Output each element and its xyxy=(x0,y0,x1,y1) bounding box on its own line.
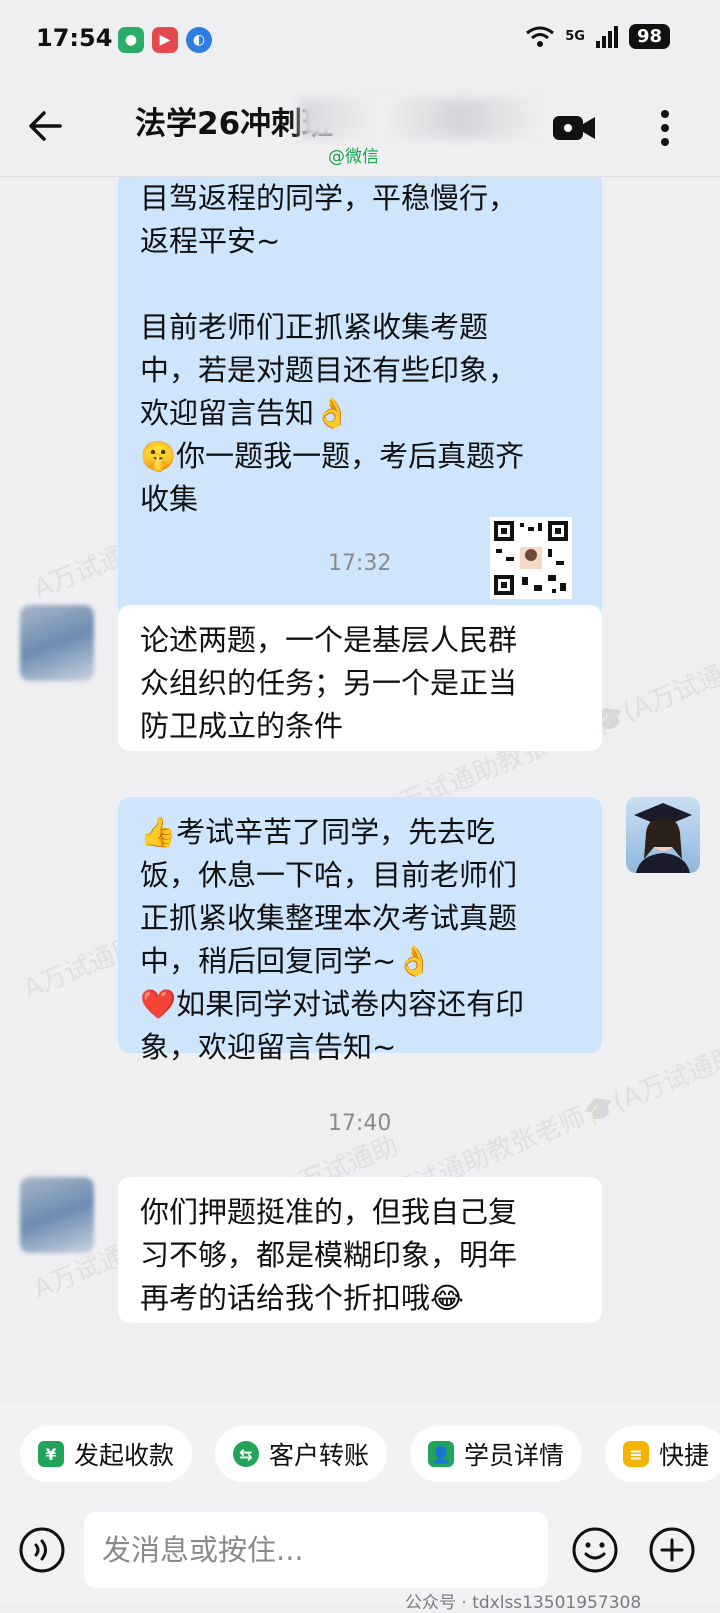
transfer-icon: ⇆ xyxy=(233,1441,259,1467)
message-line: 习不够，都是模糊印象，明年 xyxy=(140,1238,518,1272)
chat-area[interactable]: A万试通助教张老师🎓(A万试通助 A万试通助教张老师🎓(A万试通助 A万试通助教… xyxy=(0,177,720,1402)
message-line: 返程平安~ xyxy=(140,224,281,258)
student-avatar[interactable] xyxy=(20,1177,94,1253)
voice-icon[interactable] xyxy=(18,1526,66,1574)
video-call-icon[interactable] xyxy=(552,112,596,144)
message-line xyxy=(140,263,580,306)
chip-label: 发起收款 xyxy=(74,1441,175,1470)
footer-watermark: 公众号 · tdxlss13501957308 xyxy=(405,1593,642,1613)
status-bar: 17:54 ● ▶ ◐ 5G 98 xyxy=(0,0,720,80)
chat-header: 法学26冲刺班 @微信 xyxy=(0,80,720,177)
chat-subtitle: @微信 xyxy=(328,142,379,167)
signal-icon xyxy=(595,25,618,48)
chip-label: 快捷 xyxy=(659,1441,710,1470)
message-line: 饭，休息一下哈，目前老师们 xyxy=(140,858,518,892)
message-line: ❤️如果同学对试卷内容还有印 xyxy=(140,987,525,1021)
message-line: 欢迎留言告知👌 xyxy=(140,396,351,430)
user-icon: 👤 xyxy=(428,1441,454,1467)
timestamp: 17:32 xyxy=(328,551,392,576)
video-app-notification-icon: ▶ xyxy=(152,27,178,53)
message-line: 众组织的任务；另一个是正当 xyxy=(140,666,518,700)
student-avatar[interactable] xyxy=(20,605,94,681)
message-line: 你们押题挺准的，但我自己复 xyxy=(140,1195,518,1229)
qr-code-image[interactable] xyxy=(490,517,572,599)
message-line: 目驾返程的同学，平稳慢行， xyxy=(140,181,518,215)
emoji-icon[interactable] xyxy=(571,1526,619,1574)
quick-reply-button[interactable]: ≡ 快捷 xyxy=(605,1426,720,1482)
notification-icons: ● ▶ ◐ xyxy=(118,27,212,53)
message-line: 防卫成立的条件 xyxy=(140,709,344,743)
wechat-notification-icon: ● xyxy=(118,27,144,53)
student-details-button[interactable]: 👤 学员详情 xyxy=(410,1426,583,1482)
wechat-label: @微信 xyxy=(328,147,379,167)
title-redaction xyxy=(300,98,540,138)
message-line: 象，欢迎留言告知~ xyxy=(140,1030,397,1064)
message-line: 👍考试辛苦了同学，先去吃 xyxy=(140,815,496,849)
message-line: 再考的话给我个折扣哦😂 xyxy=(140,1281,464,1315)
collect-payment-button[interactable]: ¥ 发起收款 xyxy=(20,1426,193,1482)
graduate-avatar-icon xyxy=(634,803,692,873)
battery-level: 98 xyxy=(628,24,670,49)
status-indicators: 5G 98 xyxy=(525,24,670,49)
more-icon[interactable] xyxy=(655,106,675,150)
message-line: 中，稍后回复同学~👌 xyxy=(140,944,433,978)
quick-actions-bar: ¥ 发起收款 ⇆ 客户转账 👤 学员详情 ≡ 快捷 xyxy=(0,1402,720,1502)
message-line: 正抓紧收集整理本次考试真题 xyxy=(140,901,518,935)
message-bubble-incoming[interactable]: 你们押题挺准的，但我自己复 习不够，都是模糊印象，明年 再考的话给我个折扣哦😂 xyxy=(118,1177,602,1323)
message-line: 目前老师们正抓紧收集考题 xyxy=(140,310,489,344)
payment-icon: ¥ xyxy=(38,1441,64,1467)
message-line: 收集 xyxy=(140,482,199,516)
network-type: 5G xyxy=(565,29,585,44)
chip-label: 客户转账 xyxy=(269,1441,370,1470)
message-line: 中，若是对题目还有些印象， xyxy=(140,353,518,387)
teacher-avatar[interactable] xyxy=(626,797,700,873)
quick-reply-icon: ≡ xyxy=(623,1441,649,1467)
browser-notification-icon: ◐ xyxy=(186,27,212,53)
back-arrow-icon[interactable] xyxy=(24,104,68,148)
message-bubble-outgoing[interactable]: 👍考试辛苦了同学，先去吃 饭，休息一下哈，目前老师们 正抓紧收集整理本次考试真题… xyxy=(118,797,602,1064)
plus-icon[interactable] xyxy=(648,1526,696,1574)
message-line: 🤫你一题我一题，考后真题齐 xyxy=(140,439,525,473)
wifi-icon xyxy=(526,26,555,47)
message-bubble-incoming[interactable]: 论述两题，一个是基层人民群 众组织的任务；另一个是正当 防卫成立的条件 xyxy=(118,605,602,751)
chip-label: 学员详情 xyxy=(464,1441,565,1470)
timestamp: 17:40 xyxy=(328,1111,392,1136)
message-line: 论述两题，一个是基层人民群 xyxy=(140,623,518,657)
status-time: 17:54 xyxy=(36,24,113,52)
message-input[interactable] xyxy=(84,1512,548,1588)
customer-transfer-button[interactable]: ⇆ 客户转账 xyxy=(215,1426,388,1482)
